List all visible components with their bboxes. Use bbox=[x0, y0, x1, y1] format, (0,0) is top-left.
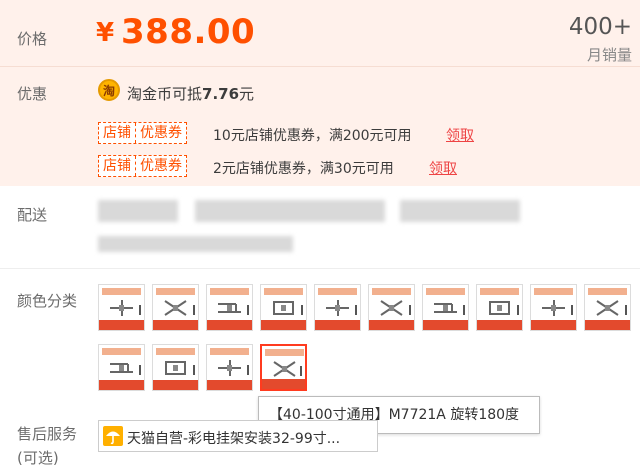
monthly-sales-label: 月销量 bbox=[586, 46, 632, 64]
color-label: 颜色分类 bbox=[17, 292, 78, 310]
price-currency: ¥ bbox=[96, 18, 115, 48]
color-option-thumb[interactable] bbox=[152, 344, 199, 391]
delivery-blurred-text bbox=[400, 200, 520, 222]
price-label: 价格 bbox=[17, 30, 48, 48]
delivery-blurred-text bbox=[98, 236, 293, 252]
price-value: 388.00 bbox=[121, 12, 256, 52]
color-option-thumb[interactable] bbox=[314, 284, 361, 331]
color-option-thumb[interactable] bbox=[98, 284, 145, 331]
delivery-blurred-text bbox=[98, 200, 178, 222]
taobao-coin-icon: 淘 bbox=[98, 79, 120, 101]
color-option-thumb[interactable] bbox=[260, 344, 307, 391]
promo-label: 优惠 bbox=[17, 85, 48, 103]
delivery-label: 配送 bbox=[17, 206, 48, 224]
delivery-blurred-text bbox=[195, 200, 385, 222]
claim-coupon-link[interactable]: 领取 bbox=[429, 158, 457, 178]
color-option-thumb[interactable] bbox=[206, 284, 253, 331]
umbrella-icon bbox=[103, 426, 123, 446]
color-option-thumb[interactable] bbox=[584, 284, 631, 331]
color-option-thumb[interactable] bbox=[98, 344, 145, 391]
row-divider bbox=[0, 268, 640, 269]
monthly-sales-count: 400+ bbox=[568, 14, 632, 40]
color-option-thumb[interactable] bbox=[476, 284, 523, 331]
color-option-thumb[interactable] bbox=[206, 344, 253, 391]
color-option-thumb[interactable] bbox=[422, 284, 469, 331]
coin-deduction-text: 淘金币可抵7.76元 bbox=[127, 85, 255, 103]
service-option[interactable]: 天猫自营-彩电挂架安装32-99寸... bbox=[98, 420, 378, 452]
color-option-thumb[interactable] bbox=[530, 284, 577, 331]
claim-coupon-link[interactable]: 领取 bbox=[446, 125, 474, 145]
service-optional-label: (可选) bbox=[17, 449, 59, 467]
color-option-thumb[interactable] bbox=[260, 284, 307, 331]
coupon-description: 2元店铺优惠券，满30元可用 bbox=[213, 161, 394, 177]
color-option-thumb[interactable] bbox=[368, 284, 415, 331]
coupon-description: 10元店铺优惠券，满200元可用 bbox=[213, 128, 412, 144]
store-coupon-tag: 店铺 优惠券 bbox=[98, 122, 187, 144]
service-option-text: 天猫自营-彩电挂架安装32-99寸... bbox=[127, 431, 341, 447]
price-divider bbox=[0, 66, 640, 67]
store-coupon-tag: 店铺 优惠券 bbox=[98, 155, 187, 177]
service-label: 售后服务 bbox=[17, 425, 78, 443]
color-option-thumb[interactable] bbox=[152, 284, 199, 331]
